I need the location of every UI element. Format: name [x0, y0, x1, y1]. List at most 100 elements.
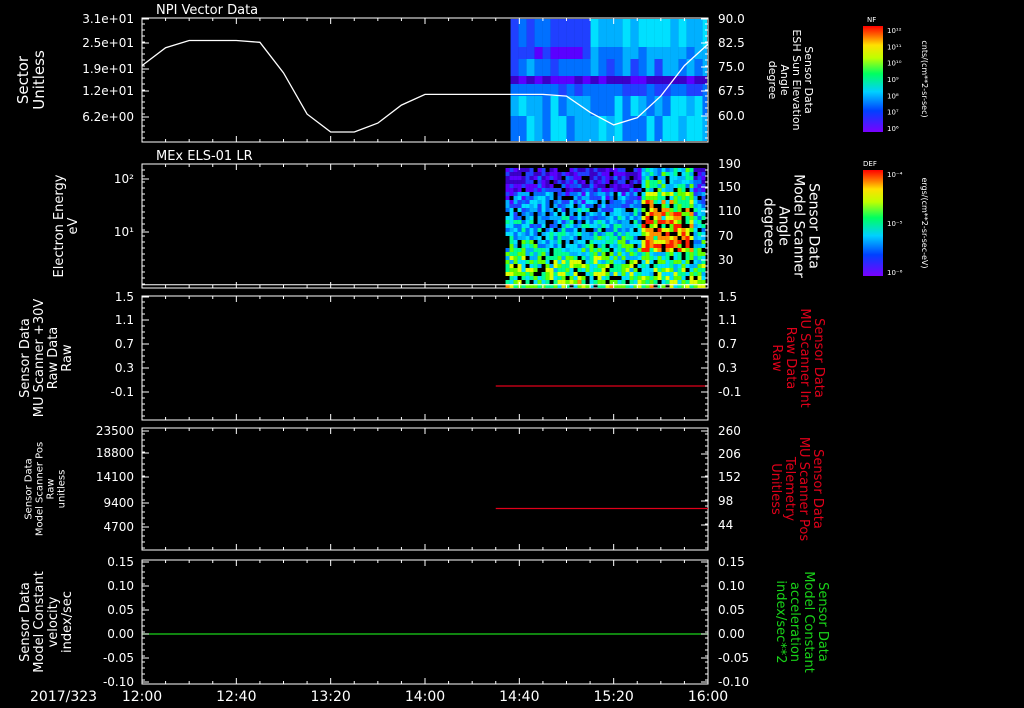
spectrogram-cell [657, 268, 662, 272]
spectrogram-cell [597, 172, 602, 176]
spectrogram-cell [529, 240, 534, 244]
spectrogram-cell [597, 208, 602, 212]
spectrogram-cell [649, 240, 654, 244]
spectrogram-cell [609, 200, 614, 204]
spectrogram-cell [669, 240, 674, 244]
spectrogram-cell [509, 280, 514, 284]
spectrogram-cell [593, 224, 598, 228]
spectrogram-cell [657, 276, 662, 280]
spectrogram-cell [541, 240, 546, 244]
spectrogram-cell [557, 232, 562, 236]
spectrogram-cell [673, 216, 678, 220]
spectrogram-cell [561, 272, 566, 276]
spectrogram-cell [569, 184, 574, 188]
spectrogram-cell [589, 200, 594, 204]
spectrogram-cell [529, 252, 534, 256]
spectrogram-cell [509, 168, 514, 172]
spectrogram-cell [665, 168, 670, 172]
spectrogram-cell [561, 228, 566, 232]
spectrogram-cell [597, 216, 602, 220]
spectrogram-cell [577, 260, 582, 264]
spectrogram-cell [677, 216, 682, 220]
spectrogram-cell [598, 47, 607, 59]
spectrogram-cell [614, 84, 623, 96]
spectrogram-cell [517, 264, 522, 268]
spectrogram-cell [577, 232, 582, 236]
spectrogram-cell [517, 200, 522, 204]
left-tick-label: 0.10 [107, 579, 134, 593]
spectrogram-cell [521, 168, 526, 172]
spectrogram-cell [693, 260, 698, 264]
spectrogram-cell [665, 216, 670, 220]
spectrogram-cell [565, 256, 570, 260]
spectrogram-cell [677, 232, 682, 236]
date-label: 2017/323 [30, 689, 97, 705]
right-tick-label: 0.00 [718, 627, 745, 641]
spectrogram-cell [689, 280, 694, 284]
spectrogram-cell [693, 256, 698, 260]
spectrogram-cell [657, 172, 662, 176]
spectrogram-cell [597, 232, 602, 236]
spectrogram-cell [569, 260, 574, 264]
spectrogram-cell [641, 180, 646, 184]
spectrogram-cell [589, 204, 594, 208]
spectrogram-cell [625, 216, 630, 220]
spectrogram-cell [613, 264, 618, 268]
spectrogram-cell [617, 172, 622, 176]
spectrogram-cell [569, 192, 574, 196]
spectrogram-cell [681, 268, 686, 272]
spectrogram-cell [686, 96, 695, 116]
spectrogram-cell [561, 192, 566, 196]
spectrogram-cell [686, 59, 695, 76]
colorbar-nf-scale [863, 26, 883, 132]
spectrogram-cell [509, 216, 514, 220]
spectrogram-cell [597, 264, 602, 268]
spectrogram-cell [569, 224, 574, 228]
spectrogram-cell [609, 256, 614, 260]
spectrogram-cell [569, 176, 574, 180]
spectrogram-cell [529, 264, 534, 268]
spectrogram-cell [697, 276, 702, 280]
spectrogram-cell [622, 76, 631, 84]
spectrogram-cell [661, 252, 666, 256]
spectrogram-cell [533, 268, 538, 272]
spectrogram-cell [653, 252, 658, 256]
spectrogram-cell [677, 168, 682, 172]
spectrogram-cell [601, 248, 606, 252]
spectrogram-cell [577, 252, 582, 256]
spectrogram-cell [529, 196, 534, 200]
spectrogram-cell [689, 204, 694, 208]
spectrogram-cell [621, 208, 626, 212]
spectrogram-cell [565, 176, 570, 180]
spectrogram-cell [513, 192, 518, 196]
spectrogram-cell [574, 47, 583, 59]
spectrogram-cell [645, 264, 650, 268]
spectrogram-cell [573, 276, 578, 280]
right-tick-label: 260 [718, 424, 741, 438]
spectrogram-cell [513, 220, 518, 224]
spectrogram-cell [673, 272, 678, 276]
spectrogram-cell [577, 192, 582, 196]
spectrogram-cell [697, 264, 702, 268]
spectrogram-cell [621, 180, 626, 184]
spectrogram-cell [633, 268, 638, 272]
spectrogram-cell [542, 59, 551, 76]
spectrogram-cell [521, 264, 526, 268]
spectrogram-cell [509, 240, 514, 244]
spectrogram-cell [673, 260, 678, 264]
spectrogram-cell [561, 256, 566, 260]
spectrogram-cell [525, 212, 530, 216]
spectrogram-cell [533, 264, 538, 268]
spectrogram-cell [549, 244, 554, 248]
left-axis-label: Raw [60, 344, 75, 372]
spectrogram-cell [665, 264, 670, 268]
right-tick-label: 0.10 [718, 579, 745, 593]
spectrogram-cell [673, 256, 678, 260]
spectrogram-cell [557, 260, 562, 264]
left-tick-label: 0.00 [107, 627, 134, 641]
spectrogram-cell [557, 216, 562, 220]
spectrogram-cell [689, 248, 694, 252]
spectrogram-cell [561, 252, 566, 256]
spectrogram-cell [593, 280, 598, 284]
spectrogram-cell [505, 232, 510, 236]
